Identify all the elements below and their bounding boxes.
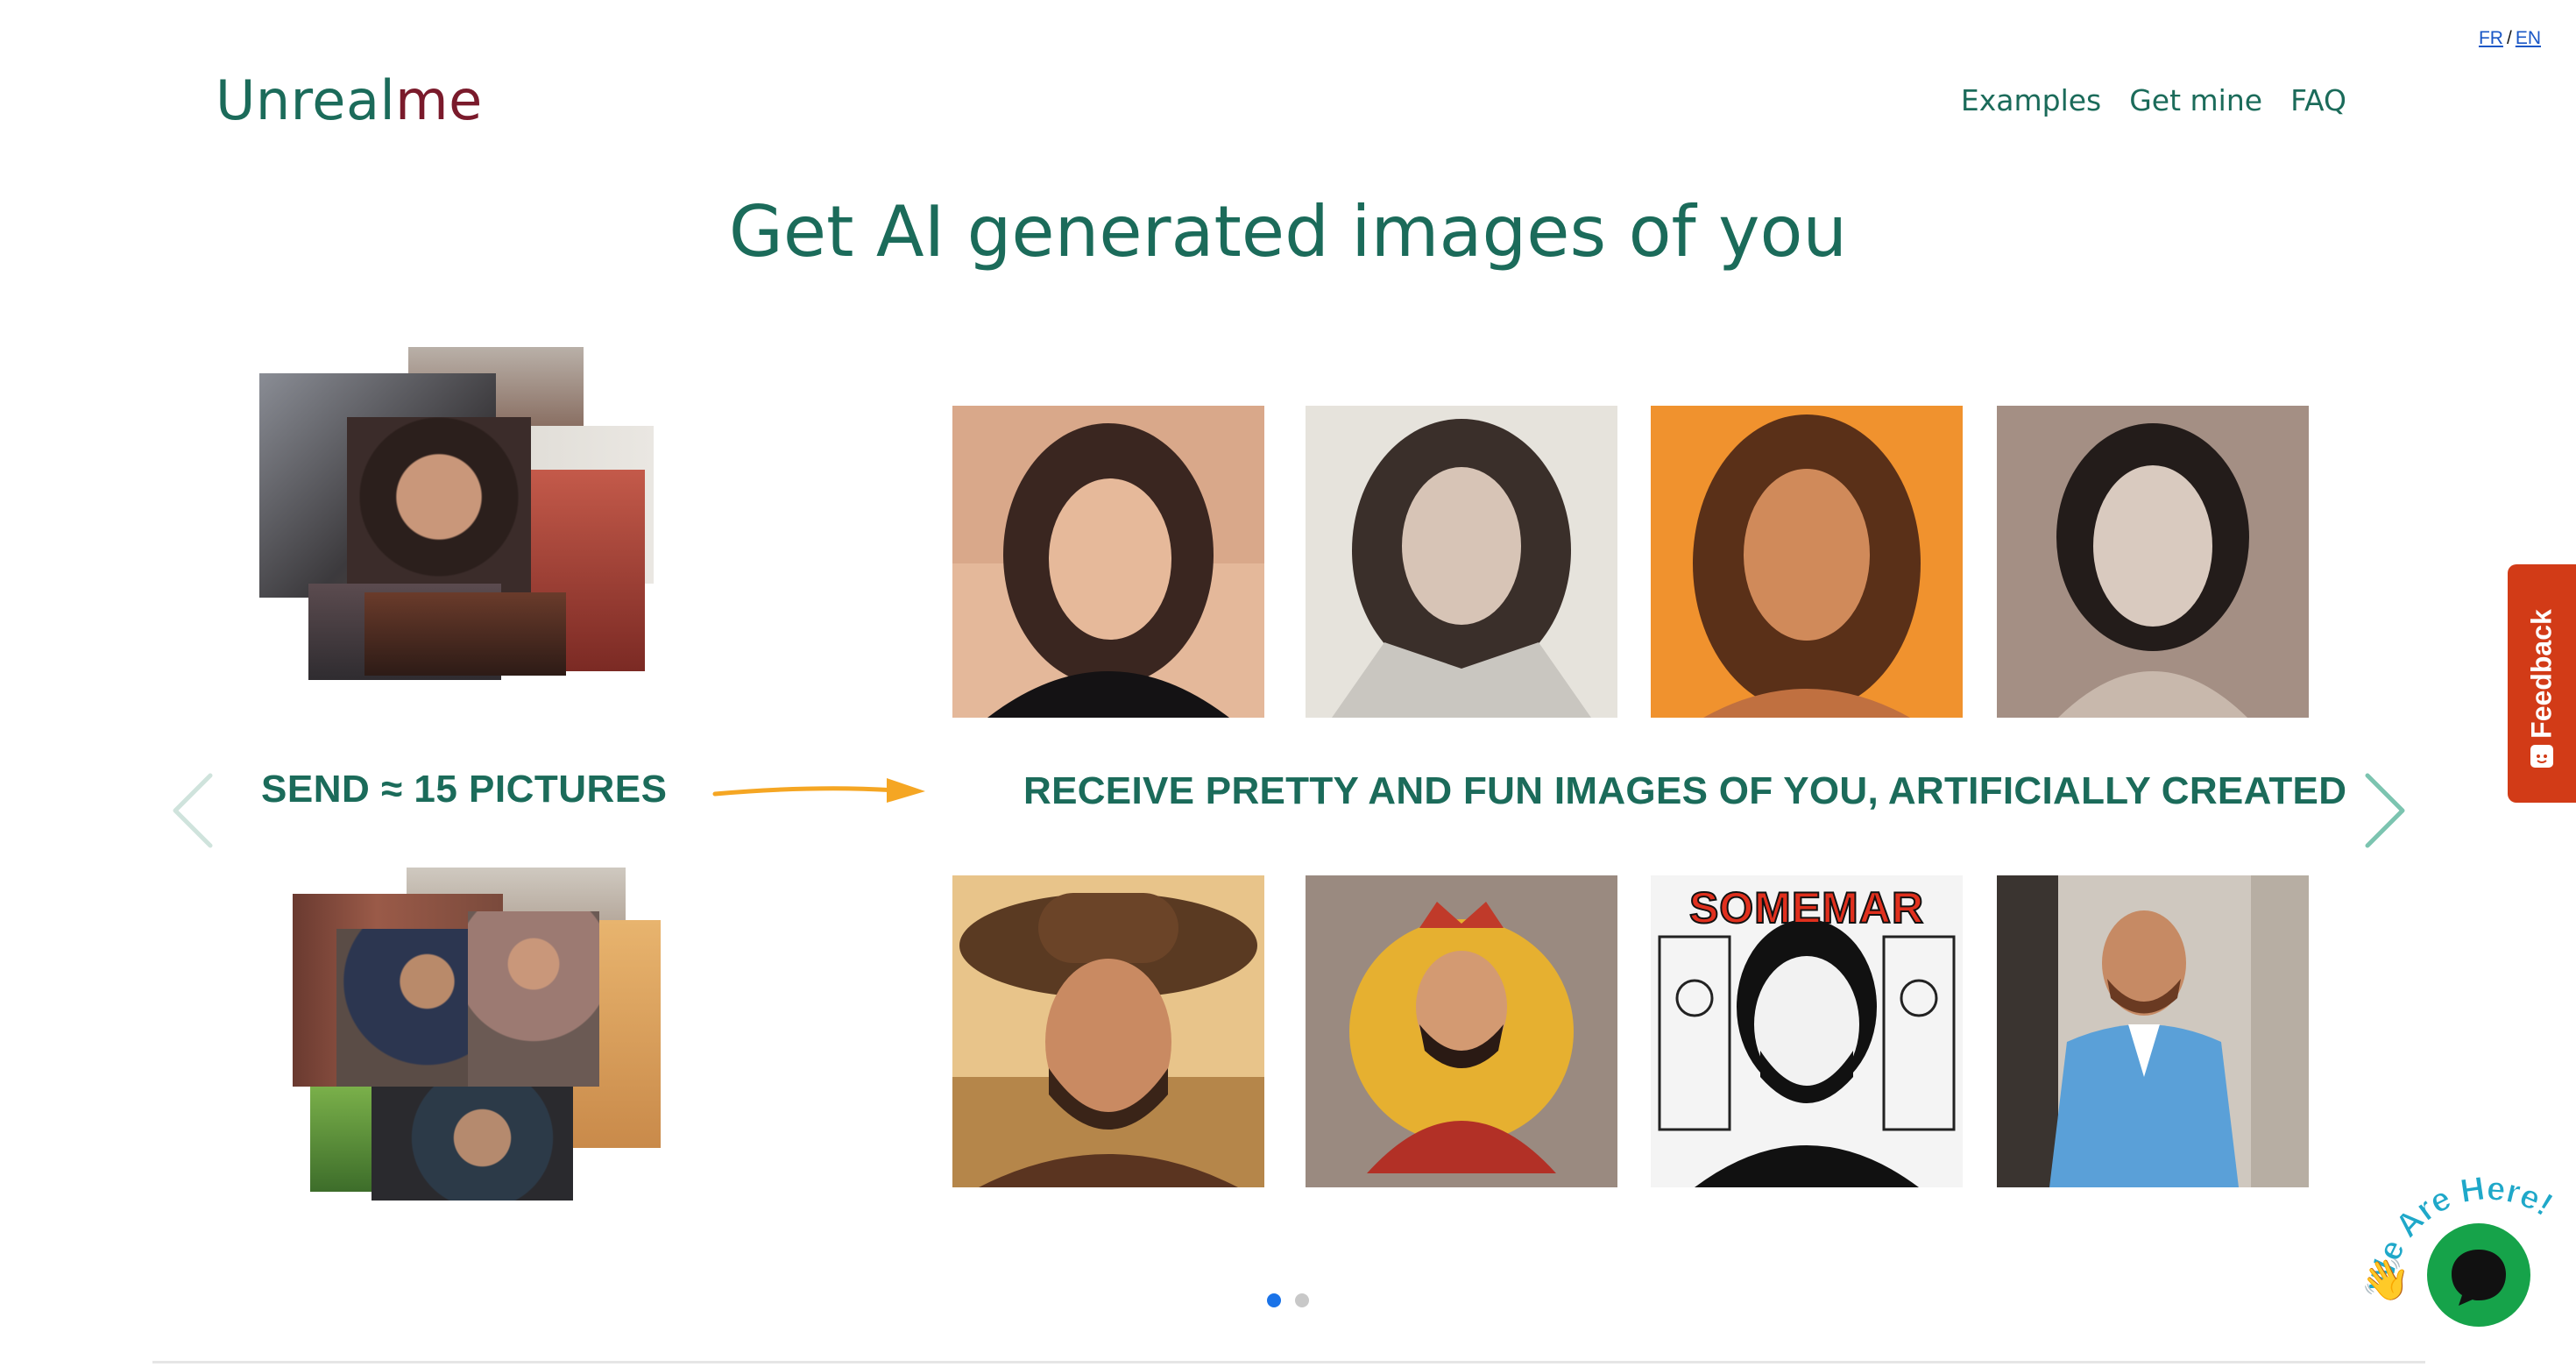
chat-widget: We Are Here! 👋: [2357, 1162, 2576, 1367]
result-portrait: [1306, 875, 1617, 1187]
carousel-next-button[interactable]: [2359, 771, 2411, 850]
comic-title: SOMEMAR: [1688, 882, 1925, 933]
result-portrait: [1306, 406, 1617, 718]
carousel-dot-1[interactable]: [1267, 1293, 1281, 1307]
chat-bubble-icon: [2530, 745, 2553, 768]
result-portrait: [1651, 406, 1963, 718]
main-nav: Examples Get mine FAQ: [1961, 83, 2346, 117]
nav-examples[interactable]: Examples: [1961, 83, 2101, 117]
chat-launcher-button[interactable]: [2427, 1223, 2530, 1327]
chevron-right-icon: [2365, 773, 2405, 848]
result-portrait: [1997, 406, 2309, 718]
page-title: Get AI generated images of you: [728, 191, 1848, 273]
language-switch: FR / EN: [2479, 28, 2541, 49]
flow-arrow-icon: [712, 778, 925, 803]
logo-part-unreal: Unreal: [216, 68, 396, 132]
result-portrait: [952, 875, 1264, 1187]
carousel-pagination: [1267, 1293, 1309, 1307]
result-portrait: [1997, 875, 2309, 1187]
chat-icon: [2452, 1250, 2506, 1306]
input-photos-collage-male: [293, 868, 661, 1201]
result-portrait: SOMEMAR: [1651, 875, 1963, 1187]
feedback-tab[interactable]: Feedback: [2508, 564, 2576, 803]
input-photos-collage-female: [259, 347, 654, 685]
lang-fr-link[interactable]: FR: [2479, 28, 2503, 48]
carousel-prev-button[interactable]: [166, 771, 219, 850]
nav-get-mine[interactable]: Get mine: [2129, 83, 2262, 117]
send-pictures-label: SEND ≈ 15 PICTURES: [261, 768, 668, 811]
wave-icon: 👋: [2360, 1257, 2410, 1304]
input-photo: [372, 1087, 573, 1201]
chevron-left-icon: [173, 773, 213, 848]
logo[interactable]: Unrealme: [216, 68, 483, 132]
input-photo: [468, 911, 599, 1087]
receive-images-label: RECEIVE PRETTY AND FUN IMAGES OF YOU, AR…: [1023, 769, 2347, 812]
logo-part-me: me: [395, 68, 483, 132]
nav-faq[interactable]: FAQ: [2290, 83, 2346, 117]
section-divider: [152, 1361, 2425, 1363]
input-photo: [364, 592, 566, 676]
result-portrait: [952, 406, 1264, 718]
lang-separator: /: [2506, 28, 2512, 48]
carousel-dot-2[interactable]: [1295, 1293, 1309, 1307]
lang-en-link[interactable]: EN: [2516, 28, 2541, 48]
feedback-label: Feedback: [2525, 609, 2558, 739]
